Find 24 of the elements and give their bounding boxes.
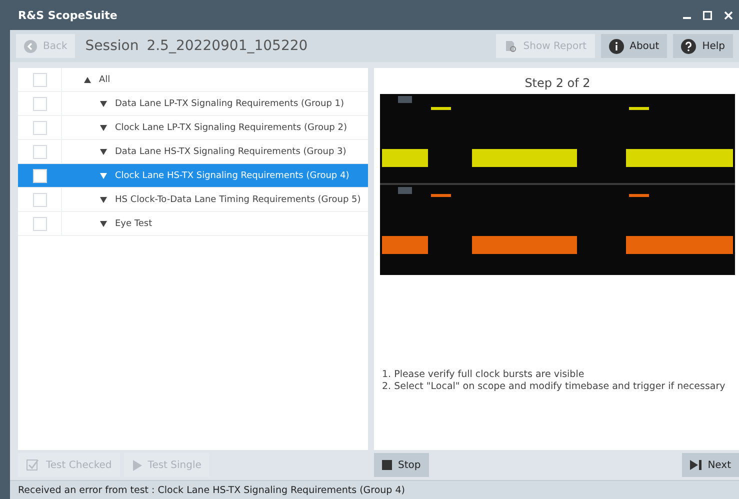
tree-row[interactable]: Data Lane LP-TX Signaling Requirements (Group 1) [18,92,368,116]
tree-row[interactable]: Clock Lane LP-TX Signaling Requirements (Group 2) [18,116,368,140]
status-message: Received an error from test : Clock Lane HS-TX Signaling Requirements (Group 4) [10,480,739,499]
tree-row[interactable]: All [18,68,368,92]
tree-label: Clock Lane HS-TX Signaling Requirements (Group 4) [115,170,350,180]
session-name: 2.5_20220901_105220 [146,38,308,54]
instruction-text: 2. Select "Local" on scope and modify timebase and trigger if necessary [382,381,726,393]
tree-label: Data Lane HS-TX Signaling Requirements (Group 3) [115,146,346,156]
tree-row[interactable]: Eye Test [18,212,368,236]
action-button[interactable]: Next [682,453,739,477]
tree-label: HS Clock-To-Data Lane Timing Requirements (Group 5) [115,194,361,204]
tree-label: All [99,74,110,84]
step-title: Step 2 of 2 [524,76,590,90]
session-label: Session [85,38,139,54]
tree-label: Eye Test [115,218,152,228]
action-button[interactable]: Stop [374,453,429,477]
instruction-text: 1. Please verify full clock bursts are visible [382,369,586,381]
window-title: R&S ScopeSuite [18,8,118,22]
tree-row[interactable]: Data Lane HS-TX Signaling Requirements (Group 3) [18,140,368,164]
tree-label: Data Lane LP-TX Signaling Requirements (Group 1) [115,98,344,108]
tree-label: Clock Lane LP-TX Signaling Requirements (Group 2) [115,122,347,132]
action-button[interactable]: Help [673,34,733,58]
tree-row[interactable]: HS Clock-To-Data Lane Timing Requirements (Group 5) [18,188,368,212]
action-button[interactable]: About [600,34,668,58]
